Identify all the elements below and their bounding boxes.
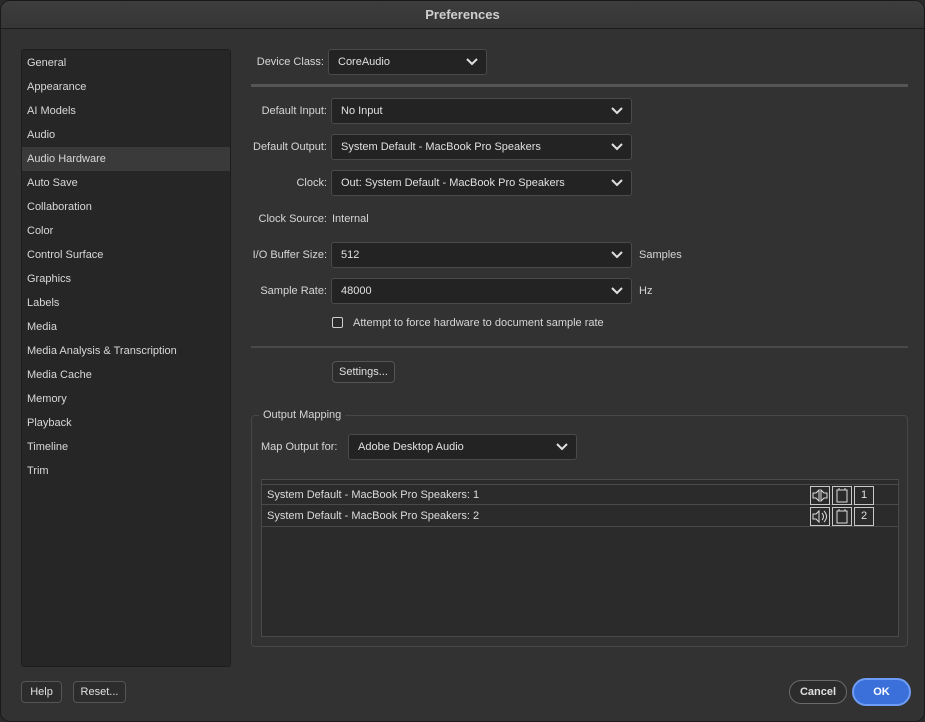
io-buffer-value: 512 [341, 249, 360, 261]
sample-rate-value: 48000 [341, 285, 372, 297]
default-input-value: No Input [341, 105, 383, 117]
sidebar-item-collaboration[interactable]: Collaboration [22, 195, 230, 219]
sidebar-item-labels[interactable]: Labels [22, 291, 230, 315]
map-output-dropdown[interactable]: Adobe Desktop Audio [348, 434, 577, 460]
io-buffer-dropdown[interactable]: 512 [331, 242, 632, 268]
sidebar-item-audio-hardware[interactable]: Audio Hardware [22, 147, 230, 171]
ok-button[interactable]: OK [852, 678, 911, 706]
chevron-down-icon [611, 251, 623, 259]
io-buffer-unit: Samples [639, 249, 682, 261]
sidebar-item-auto-save[interactable]: Auto Save [22, 171, 230, 195]
default-output-value: System Default - MacBook Pro Speakers [341, 141, 541, 153]
sidebar-item-playback[interactable]: Playback [22, 411, 230, 435]
sidebar-item-trim[interactable]: Trim [22, 459, 230, 483]
sample-rate-label: Sample Rate: [260, 285, 327, 297]
window-title: Preferences [1, 1, 924, 29]
io-buffer-label: I/O Buffer Size: [252, 249, 327, 261]
sidebar-item-media-analysis[interactable]: Media Analysis & Transcription [22, 339, 230, 363]
channel-name: System Default - MacBook Pro Speakers: 1 [267, 489, 480, 501]
clock-label: Clock: [296, 177, 327, 189]
output-mapping-title: Output Mapping [259, 407, 346, 423]
device-class-dropdown[interactable]: CoreAudio [328, 49, 487, 75]
cancel-button[interactable]: Cancel [789, 680, 847, 704]
force-sample-rate-label: Attempt to force hardware to document sa… [353, 317, 604, 329]
sidebar-item-timeline[interactable]: Timeline [22, 435, 230, 459]
sidebar-item-audio[interactable]: Audio [22, 123, 230, 147]
reset-button[interactable]: Reset... [73, 681, 126, 703]
device-icon[interactable] [832, 507, 852, 526]
channel-name: System Default - MacBook Pro Speakers: 2 [267, 510, 480, 522]
clock-source-label: Clock Source: [258, 213, 327, 225]
sidebar-item-ai-models[interactable]: AI Models [22, 99, 230, 123]
divider [251, 84, 908, 87]
divider [251, 346, 908, 348]
sidebar-item-appearance[interactable]: Appearance [22, 75, 230, 99]
chevron-down-icon [611, 107, 623, 115]
sidebar-item-color[interactable]: Color [22, 219, 230, 243]
sample-rate-dropdown[interactable]: 48000 [331, 278, 632, 304]
map-output-label: Map Output for: [261, 441, 338, 453]
output-mapping-list: System Default - MacBook Pro Speakers: 1… [261, 479, 899, 637]
default-output-dropdown[interactable]: System Default - MacBook Pro Speakers [331, 134, 632, 160]
clock-value: Out: System Default - MacBook Pro Speake… [341, 177, 565, 189]
chevron-down-icon [611, 143, 623, 151]
default-input-label: Default Input: [261, 105, 327, 117]
channel-number: 1 [854, 486, 874, 505]
preferences-window: Preferences General Appearance AI Models… [0, 0, 925, 722]
speaker-icon[interactable] [810, 486, 830, 505]
sidebar-item-media[interactable]: Media [22, 315, 230, 339]
clock-dropdown[interactable]: Out: System Default - MacBook Pro Speake… [331, 170, 632, 196]
clock-source-value: Internal [332, 213, 369, 225]
default-output-label: Default Output: [253, 141, 327, 153]
chevron-down-icon [611, 287, 623, 295]
sidebar-item-memory[interactable]: Memory [22, 387, 230, 411]
force-sample-rate-checkbox[interactable] [332, 317, 343, 328]
help-button[interactable]: Help [21, 681, 62, 703]
settings-button[interactable]: Settings... [332, 361, 395, 383]
chevron-down-icon [466, 58, 478, 66]
sidebar-item-control-surface[interactable]: Control Surface [22, 243, 230, 267]
device-class-value: CoreAudio [338, 56, 390, 68]
chevron-down-icon [611, 179, 623, 187]
chevron-down-icon [556, 443, 568, 451]
map-output-value: Adobe Desktop Audio [358, 441, 464, 453]
sample-rate-unit: Hz [639, 285, 653, 297]
sidebar-item-media-cache[interactable]: Media Cache [22, 363, 230, 387]
default-input-dropdown[interactable]: No Input [331, 98, 632, 124]
sidebar: General Appearance AI Models Audio Audio… [21, 49, 231, 667]
sidebar-item-graphics[interactable]: Graphics [22, 267, 230, 291]
device-class-label: Device Class: [256, 56, 324, 68]
list-item[interactable]: System Default - MacBook Pro Speakers: 2… [262, 506, 898, 527]
speaker-icon[interactable] [810, 507, 830, 526]
sidebar-item-general[interactable]: General [22, 51, 230, 75]
list-item[interactable]: System Default - MacBook Pro Speakers: 1… [262, 484, 898, 505]
device-icon[interactable] [832, 486, 852, 505]
channel-number: 2 [854, 507, 874, 526]
